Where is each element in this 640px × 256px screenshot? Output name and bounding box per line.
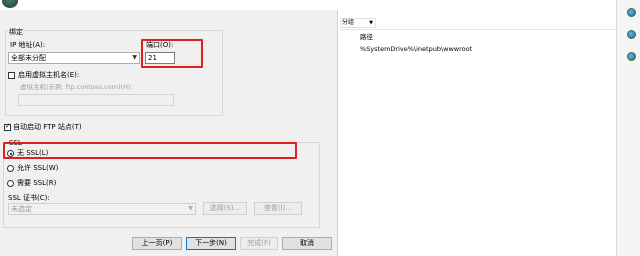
content-pane (340, 0, 616, 256)
allow-ssl-label: 允许 SSL(W) (17, 164, 59, 172)
port-highlight-box (141, 39, 203, 68)
ip-address-select[interactable]: 全部未分配 ▼ (8, 52, 140, 64)
chevron-down-icon: ▼ (132, 54, 137, 61)
ssl-cert-select-button[interactable]: 选择(S)... (203, 202, 247, 215)
prev-button[interactable]: 上一页(P) (132, 237, 182, 250)
auto-start-label: 自动启动 FTP 站点(T) (13, 123, 82, 131)
next-button[interactable]: 下一步(N) (186, 237, 236, 250)
group-by-dropdown[interactable]: 分组 ▼ (340, 18, 376, 28)
ssl-cert-label: SSL 证书(C): (8, 194, 50, 202)
cancel-button[interactable]: 取消 (282, 237, 332, 250)
virtual-host-label: 启用虚拟主机名(E): (18, 71, 80, 79)
ssl-cert-value: 未选定 (11, 205, 32, 213)
group-by-value: 分组 (342, 19, 355, 26)
actions-pane (616, 0, 640, 256)
binding-group-title: 绑定 (8, 28, 24, 37)
no-ssl-highlight-box (3, 142, 297, 159)
ssl-cert-select[interactable]: 未选定 ▼ (8, 203, 196, 215)
add-ftp-site-dialog: 绑定 IP 地址(A): 全部未分配 ▼ 端口(O): 21 启用虚拟主机名(E… (0, 0, 338, 256)
globe-icon[interactable] (627, 8, 636, 17)
virtual-host-checkbox[interactable] (8, 72, 15, 79)
chevron-down-icon: ▼ (369, 20, 373, 26)
require-ssl-label: 需要 SSL(R) (17, 179, 57, 187)
require-ssl-radio[interactable] (7, 180, 14, 187)
globe-icon[interactable] (627, 52, 636, 61)
dialog-titlebar (0, 0, 338, 10)
finish-button[interactable]: 完成(F) (240, 237, 278, 250)
ip-address-label: IP 地址(A): (10, 41, 46, 49)
virtual-host-input[interactable] (18, 94, 174, 106)
path-value: %SystemDrive%\inetpub\wwwroot (360, 45, 473, 53)
path-column-header: 路径 (360, 33, 373, 41)
allow-ssl-radio[interactable] (7, 165, 14, 172)
ip-address-value: 全部未分配 (11, 54, 46, 62)
ssl-cert-view-button[interactable]: 查看(I)... (254, 202, 302, 215)
content-header-strip (340, 17, 616, 30)
iis-app-icon (2, 0, 18, 8)
virtual-host-hint: 虚拟主机(示例: ftp.contoso.com)(H): (20, 83, 133, 91)
auto-start-checkbox[interactable] (4, 122, 11, 131)
globe-icon[interactable] (627, 30, 636, 39)
chevron-down-icon: ▼ (188, 205, 193, 212)
